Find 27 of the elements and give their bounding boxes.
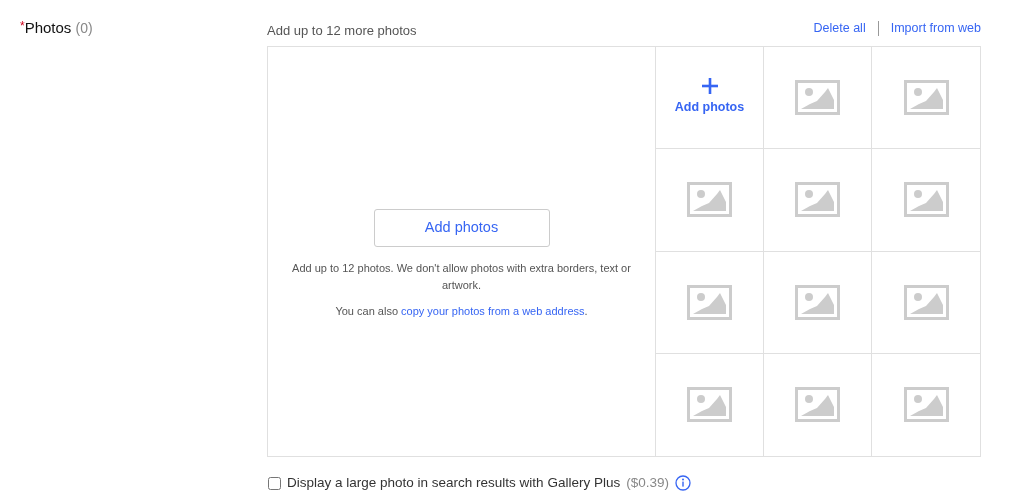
add-photos-tile[interactable]: Add photos — [674, 78, 745, 117]
image-placeholder-icon — [795, 80, 840, 116]
photo-limit-hint: Add up to 12 more photos — [267, 22, 417, 40]
header-link[interactable]: Delete all — [813, 19, 866, 38]
image-placeholder-icon — [795, 284, 840, 320]
photo-count: (0) — [75, 20, 93, 36]
image-placeholder-icon — [903, 80, 949, 116]
web-address-note: You can also copy your photos from a web address. — [335, 304, 588, 320]
gallery-plus-price: ($0.39) — [626, 474, 669, 492]
info-icon[interactable] — [674, 475, 691, 492]
photo-rules-text: Add up to 12 photos. We don't allow photos with extra borders, text or artwork. — [291, 261, 632, 293]
gallery-plus-label: Display a large photo in search results with Gallery Plus — [287, 474, 621, 492]
image-placeholder-icon — [903, 387, 949, 423]
web-address-link[interactable]: copy your photos from a web address — [401, 305, 585, 318]
required-asterisk: * — [20, 19, 25, 33]
image-placeholder-icon — [795, 387, 840, 423]
add-photos-button[interactable]: Add photos — [373, 209, 550, 248]
image-placeholder-icon — [687, 284, 732, 320]
image-placeholder-icon — [795, 182, 840, 218]
header-link[interactable]: Import from web — [890, 19, 981, 38]
image-placeholder-icon — [903, 182, 949, 218]
gallery-plus-checkbox[interactable] — [268, 476, 281, 490]
field-label: Photos — [24, 19, 72, 36]
image-placeholder-icon — [687, 182, 732, 218]
image-placeholder-icon — [903, 284, 949, 320]
image-placeholder-icon — [687, 387, 732, 423]
plus-icon — [701, 78, 718, 95]
